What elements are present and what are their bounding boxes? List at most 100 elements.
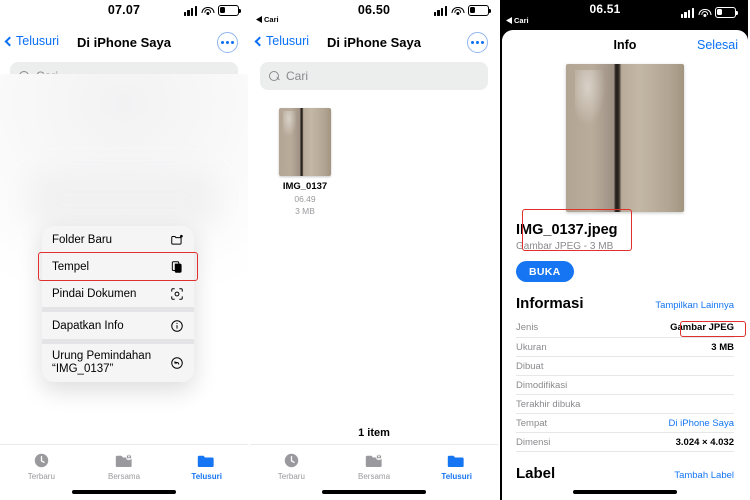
search-icon: [269, 70, 280, 82]
more-ellipsis-icon[interactable]: [467, 32, 488, 53]
status-icons: [183, 5, 242, 16]
menu-item-folder-baru[interactable]: Folder Baru: [42, 226, 194, 253]
tab-label: Terbaru: [27, 472, 55, 481]
tab-bar-panel2: Terbaru Bersama Telusuri: [250, 444, 498, 500]
home-indicator: [322, 490, 426, 494]
page-title: Di iPhone Saya: [327, 35, 421, 50]
status-back-hint[interactable]: Cari: [256, 15, 279, 24]
status-back-label: Cari: [264, 15, 279, 24]
info-key: Tempat: [516, 417, 548, 429]
status-back-hint[interactable]: Cari: [506, 16, 529, 25]
backdrop-blur-shape: [28, 170, 218, 230]
tab-label: Bersama: [358, 472, 391, 481]
tab-bersama[interactable]: Bersama: [83, 452, 166, 481]
information-rows: Jenis Gambar JPEG Ukuran 3 MB Dibuat Dim…: [502, 318, 748, 451]
open-button[interactable]: BUKA: [516, 261, 574, 282]
info-row-jenis: Jenis Gambar JPEG: [516, 318, 734, 337]
screenshot-stage: 07.07 Telusuri Di iPhone Saya Cari: [0, 0, 750, 500]
info-key: Jenis: [516, 322, 539, 333]
file-subtitle: Gambar JPEG - 3 MB: [516, 241, 614, 252]
new-folder-icon: [171, 234, 183, 245]
panel-files-context-menu: 07.07 Telusuri Di iPhone Saya Cari: [0, 0, 248, 500]
menu-item-label: Folder Baru: [52, 233, 113, 246]
section-divider: [516, 451, 734, 461]
add-label-link[interactable]: Tambah Label: [674, 470, 734, 481]
home-indicator: [72, 490, 176, 494]
clock-icon: [281, 452, 302, 469]
file-grid: IMG_0137 06.49 3 MB: [250, 90, 498, 216]
home-indicator: [573, 490, 677, 494]
wifi-icon: [201, 6, 214, 16]
tab-label: Bersama: [108, 472, 141, 481]
info-sheet: Info Selesai IMG_0137.jpeg Gambar JPEG -…: [502, 30, 748, 500]
info-key: Dibuat: [516, 360, 544, 372]
menu-item-pindai-dokumen[interactable]: Pindai Dokumen: [42, 280, 194, 307]
info-key: Dimodifikasi: [516, 379, 568, 391]
paste-icon: [171, 260, 182, 273]
panel-files-grid: 06.50 Cari Telusuri Di iPhone Saya Cari …: [250, 0, 498, 500]
search-container-panel2: Cari: [250, 62, 498, 90]
status-back-label: Cari: [514, 16, 529, 25]
info-circle-icon: [171, 319, 183, 332]
menu-item-label: Dapatkan Info: [52, 319, 124, 332]
info-key: Terakhir dibuka: [516, 398, 581, 410]
file-size: 3 MB: [295, 206, 315, 216]
photo-thumbnail: [279, 108, 331, 176]
info-value: Gambar JPEG: [670, 322, 734, 333]
section-title: Informasi: [516, 295, 584, 312]
undo-icon: [171, 357, 183, 369]
info-key: Ukuran: [516, 341, 547, 353]
shared-folder-icon: [114, 452, 135, 469]
menu-item-urung-pemindahan[interactable]: Urung Pemindahan “IMG_0137”: [42, 344, 194, 382]
menu-item-tempel[interactable]: Tempel: [42, 253, 194, 280]
done-button[interactable]: Selesai: [697, 38, 738, 52]
status-bar-panel2: 06.50 Cari: [250, 0, 498, 26]
menu-item-dapatkan-info[interactable]: Dapatkan Info: [42, 312, 194, 339]
battery-low-icon: [218, 5, 242, 16]
more-ellipsis-icon[interactable]: [217, 32, 238, 53]
info-row-tempat[interactable]: Tempat Di iPhone Saya: [516, 413, 734, 432]
tab-bar-panel1: Terbaru Bersama Telusuri: [0, 444, 248, 500]
page-title: Di iPhone Saya: [77, 35, 171, 50]
info-row-ukuran: Ukuran 3 MB: [516, 337, 734, 356]
tab-terbaru[interactable]: Terbaru: [0, 452, 83, 481]
tab-bersama[interactable]: Bersama: [333, 452, 416, 481]
search-input[interactable]: Cari: [260, 62, 488, 90]
info-value: 3 MB: [711, 341, 734, 353]
info-row-dibuat: Dibuat: [516, 356, 734, 375]
status-bar-panel3: 06.51 Cari: [500, 0, 748, 34]
clock-icon: [31, 452, 52, 469]
show-more-link[interactable]: Tampilkan Lainnya: [655, 300, 734, 311]
item-count-label: 1 item: [358, 427, 390, 439]
info-row-dimensi: Dimensi 3.024 × 4.032: [516, 432, 734, 451]
info-row-terakhir-dibuka: Terakhir dibuka: [516, 394, 734, 413]
file-name: IMG_0137.jpeg: [516, 222, 618, 238]
information-section-header: Informasi Tampilkan Lainnya: [502, 295, 748, 318]
panel-file-info: 06.51 Cari Info Selesai IMG_0137.jpeg Ga…: [500, 0, 748, 500]
tab-telusuri[interactable]: Telusuri: [165, 452, 248, 481]
label-section-header: Label Tambah Label: [502, 465, 748, 488]
menu-item-label: Pindai Dokumen: [52, 287, 137, 300]
menu-item-label: Urung Pemindahan “IMG_0137”: [52, 350, 152, 375]
status-icons: [433, 5, 492, 16]
file-name: IMG_0137: [282, 181, 328, 192]
info-value: 3.024 × 4.032: [675, 436, 734, 448]
file-summary: IMG_0137.jpeg Gambar JPEG - 3 MB BUKA: [502, 212, 748, 282]
photo-preview[interactable]: [566, 64, 684, 212]
cellular-signal-icon: [183, 6, 197, 16]
scan-document-icon: [171, 287, 183, 300]
file-time: 06.49: [294, 194, 316, 204]
info-value[interactable]: Di iPhone Saya: [669, 418, 734, 429]
shared-folder-icon: [364, 452, 385, 469]
wifi-icon: [451, 6, 464, 16]
file-item[interactable]: IMG_0137 06.49 3 MB: [276, 108, 334, 216]
nav-bar-panel1: Telusuri Di iPhone Saya: [0, 26, 248, 62]
tab-telusuri[interactable]: Telusuri: [415, 452, 498, 481]
tab-label: Telusuri: [191, 472, 222, 481]
tab-label: Telusuri: [441, 472, 472, 481]
section-title: Label: [516, 465, 556, 482]
tab-terbaru[interactable]: Terbaru: [250, 452, 333, 481]
wifi-icon: [698, 8, 711, 18]
back-triangle-icon: [506, 17, 512, 24]
tab-label: Terbaru: [277, 472, 305, 481]
